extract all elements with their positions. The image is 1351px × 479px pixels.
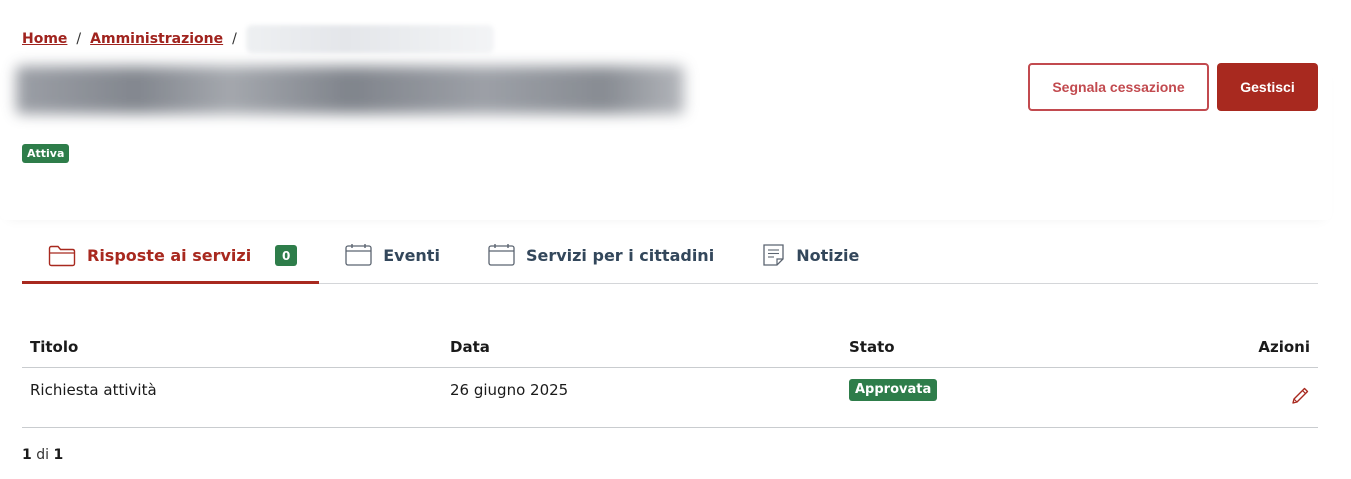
status-badge: Attiva	[22, 144, 70, 163]
cell-status: Approvata	[841, 368, 1241, 401]
status-badge: Approvata	[849, 379, 938, 401]
column-header-status: Stato	[849, 337, 895, 356]
cell-title: Richiesta attività	[30, 381, 157, 399]
count-badge: 0	[275, 245, 298, 266]
header-card: Segnala cessazione Gestisci Attiva	[0, 62, 1332, 220]
table-row: Richiesta attività 26 giugno 2025 Approv…	[22, 368, 1318, 428]
tab-label: Servizi per i cittadini	[525, 245, 715, 265]
breadcrumb: Home / Amministrazione /	[22, 25, 494, 53]
column-header-title: Titolo	[30, 337, 79, 356]
breadcrumb-separator: /	[76, 31, 82, 47]
pagination-current: 1	[22, 447, 32, 463]
breadcrumb-separator: /	[232, 31, 237, 47]
tab-label: Eventi	[383, 245, 440, 265]
tab-service-responses[interactable]: Risposte ai servizi 0	[22, 227, 320, 284]
breadcrumb-current-redacted	[245, 25, 494, 53]
report-cessation-button[interactable]: Segnala cessazione	[1028, 63, 1209, 111]
table-header: Titolo Data Stato Azioni	[22, 326, 1318, 368]
tab-label: Notizie	[796, 245, 860, 265]
tab-bar: Risposte ai servizi 0 Eventi Servizi per…	[22, 227, 1318, 284]
column-header-actions: Azioni	[1258, 337, 1310, 356]
note-icon	[763, 244, 784, 266]
manage-button[interactable]: Gestisci	[1217, 63, 1318, 111]
pagination-of: di	[36, 447, 49, 463]
folder-icon	[48, 245, 76, 266]
edit-button[interactable]	[1290, 386, 1310, 410]
cell-actions	[1241, 368, 1318, 410]
calendar-icon	[488, 244, 515, 266]
page-title-redacted	[16, 66, 684, 114]
pagination-info: 1 di 1	[22, 447, 63, 463]
responses-table: Titolo Data Stato Azioni Richiesta attiv…	[22, 326, 1318, 428]
calendar-icon	[345, 244, 372, 266]
tab-events[interactable]: Eventi	[319, 227, 462, 283]
tab-label: Risposte ai servizi	[87, 246, 252, 265]
tab-citizen-services[interactable]: Servizi per i cittadini	[462, 227, 736, 283]
pagination-total: 1	[53, 447, 64, 463]
cell-date: 26 giugno 2025	[450, 381, 569, 399]
column-header-date: Data	[450, 337, 490, 356]
tab-news[interactable]: Notizie	[736, 227, 881, 283]
pencil-icon	[1292, 387, 1309, 404]
breadcrumb-admin-link[interactable]: Amministrazione	[90, 31, 223, 47]
breadcrumb-home-link[interactable]: Home	[22, 31, 67, 47]
